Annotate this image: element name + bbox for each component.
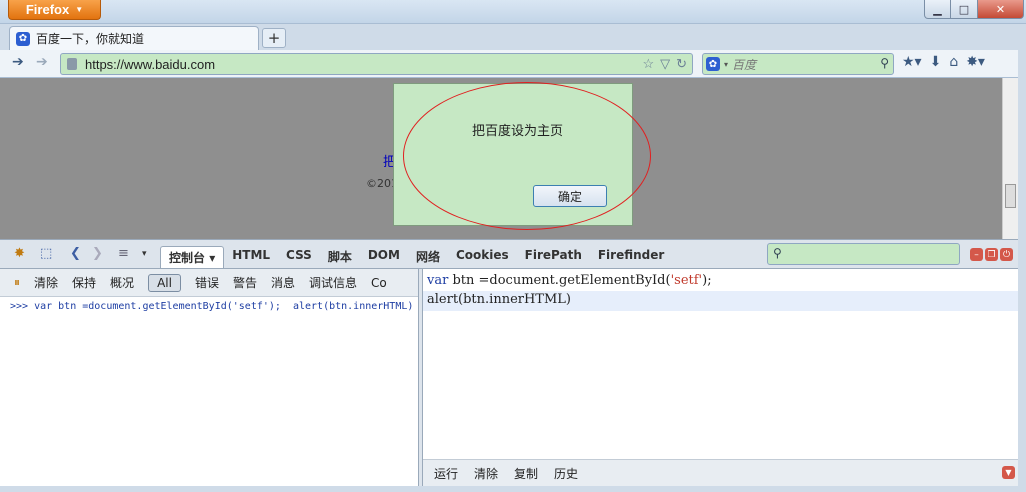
chevron-down-icon[interactable]: ▾	[724, 60, 728, 69]
ok-button[interactable]: 确定	[533, 185, 607, 207]
alert-dialog: 把百度设为主页 确定	[393, 83, 633, 226]
page-scrollbar[interactable]	[1002, 78, 1018, 239]
scrollbar-thumb[interactable]	[1005, 184, 1016, 208]
chevron-down-icon[interactable]: ▾	[142, 249, 147, 259]
forward-chevron-icon[interactable]: ❯	[92, 246, 103, 261]
reload-icon[interactable]: ↻	[676, 56, 687, 72]
close-window-button[interactable]: ✕	[978, 0, 1024, 19]
back-chevron-icon[interactable]: ❮	[70, 246, 81, 261]
filter-cookies-button[interactable]: Co	[371, 276, 387, 290]
editor-clear-button[interactable]: 清除	[474, 465, 498, 482]
editor-line-1: var btn =document.getElementById('setf')…	[427, 273, 712, 288]
chevron-down-icon: ▼	[75, 5, 84, 14]
pause-breakpoint-icon[interactable]: ⏸	[14, 275, 20, 290]
baidu-paw-icon: ✿	[16, 31, 30, 46]
filter-errors-button[interactable]: 错误	[195, 274, 219, 291]
firebug-search-input[interactable]: ⚲	[767, 243, 960, 265]
tab-baidu[interactable]: ✿ 百度一下，你就知道	[9, 26, 259, 50]
copy-button[interactable]: 复制	[514, 465, 538, 482]
console-persist-button[interactable]: 保持	[72, 274, 96, 291]
search-icon[interactable]: ⚲	[880, 56, 889, 70]
console-toolbar: ⏸ 清除 保持 概况 All 错误 警告 消息 调试信息 Co	[0, 269, 418, 297]
alert-message: 把百度设为主页	[472, 124, 564, 139]
editor-toolbar: 运行 清除 复制 历史 ▼	[423, 459, 1018, 486]
console-log-line: >>> var btn =document.getElementById('se…	[10, 301, 414, 312]
bookmarks-menu-icon[interactable]: ★▾	[902, 54, 922, 70]
console-profile-button[interactable]: 概况	[110, 274, 134, 291]
firebug-icon[interactable]: ✸▾	[966, 54, 985, 70]
tab-strip: ✿ 百度一下，你就知道 +	[0, 24, 1026, 50]
tab-css[interactable]: CSS	[278, 246, 320, 268]
home-icon[interactable]: ⌂	[949, 54, 958, 70]
minimize-button[interactable]: ▁	[924, 0, 951, 19]
filter-debug-button[interactable]: 调试信息	[309, 274, 357, 291]
tab-script[interactable]: 脚本	[320, 246, 360, 268]
history-button[interactable]: 历史	[554, 465, 578, 482]
console-clear-button[interactable]: 清除	[34, 274, 58, 291]
tab-title: 百度一下，你就知道	[36, 32, 145, 46]
url-bar[interactable]: https://www.baidu.com ☆ ▽ ↻	[60, 53, 693, 75]
search-input[interactable]: ✿ ▾ 百度 ⚲	[702, 53, 894, 75]
firebug-toolbar: ✸ ⬚ ❮ ❯ ≡ ▾ 控制台 ▾ HTML CSS 脚本 DOM 网络 Coo…	[0, 239, 1018, 269]
console-panel: ⏸ 清除 保持 概况 All 错误 警告 消息 调试信息 Co >>> var …	[0, 269, 418, 486]
run-button[interactable]: 运行	[434, 465, 458, 482]
bookmark-star-icon[interactable]: ☆	[642, 56, 654, 72]
minimize-firebug-icon[interactable]: –	[970, 248, 983, 261]
tab-firefinder[interactable]: Firefinder	[590, 246, 672, 268]
filter-info-button[interactable]: 消息	[271, 274, 295, 291]
command-editor[interactable]: var btn =document.getElementById('setf')…	[423, 269, 1018, 459]
firebug-tabs: 控制台 ▾ HTML CSS 脚本 DOM 网络 Cookies FirePat…	[160, 246, 672, 268]
forward-arrow-icon[interactable]: ➔	[36, 54, 48, 70]
back-arrow-icon[interactable]: ➔	[12, 54, 24, 70]
tab-dom[interactable]: DOM	[360, 246, 408, 268]
collapse-editor-icon[interactable]: ▼	[1002, 466, 1015, 479]
history-dropdown-icon[interactable]: ▽	[660, 56, 670, 72]
tab-html[interactable]: HTML	[224, 246, 278, 268]
filter-warnings-button[interactable]: 警告	[233, 274, 257, 291]
download-icon[interactable]: ⬇	[930, 54, 942, 70]
filter-all-button[interactable]: All	[148, 273, 181, 292]
window-border	[1018, 50, 1026, 492]
close-firebug-icon[interactable]: ⏻	[1000, 248, 1013, 261]
list-icon[interactable]: ≡	[118, 246, 129, 261]
window-bottom-border	[0, 486, 1026, 492]
window-titlebar: Firefox ▼ ▁ □ ✕	[0, 0, 1026, 24]
tab-cookies[interactable]: Cookies	[448, 246, 517, 268]
new-tab-button[interactable]: +	[262, 28, 286, 48]
search-engine-icon[interactable]: ✿	[706, 57, 720, 71]
search-placeholder: 百度	[732, 57, 757, 72]
site-identity-icon[interactable]	[67, 58, 77, 70]
search-icon: ⚲	[773, 246, 782, 260]
url-text: https://www.baidu.com	[85, 56, 216, 72]
maximize-button[interactable]: □	[951, 0, 978, 19]
editor-line-2: alert(btn.innerHTML)	[423, 291, 1018, 311]
tab-net[interactable]: 网络	[408, 246, 448, 268]
detach-firebug-icon[interactable]: ❐	[985, 248, 998, 261]
inspect-element-icon[interactable]: ⬚	[40, 246, 52, 261]
firefox-menu-button[interactable]: Firefox ▼	[8, 0, 101, 20]
firefox-menu-label: Firefox	[25, 2, 70, 17]
firebug-bug-icon[interactable]: ✸	[14, 246, 25, 261]
tab-firepath[interactable]: FirePath	[517, 246, 590, 268]
tab-console[interactable]: 控制台 ▾	[160, 246, 225, 268]
navigation-bar: ➔ ➔ https://www.baidu.com ☆ ▽ ↻ ✿ ▾ 百度 ⚲…	[0, 50, 1026, 78]
